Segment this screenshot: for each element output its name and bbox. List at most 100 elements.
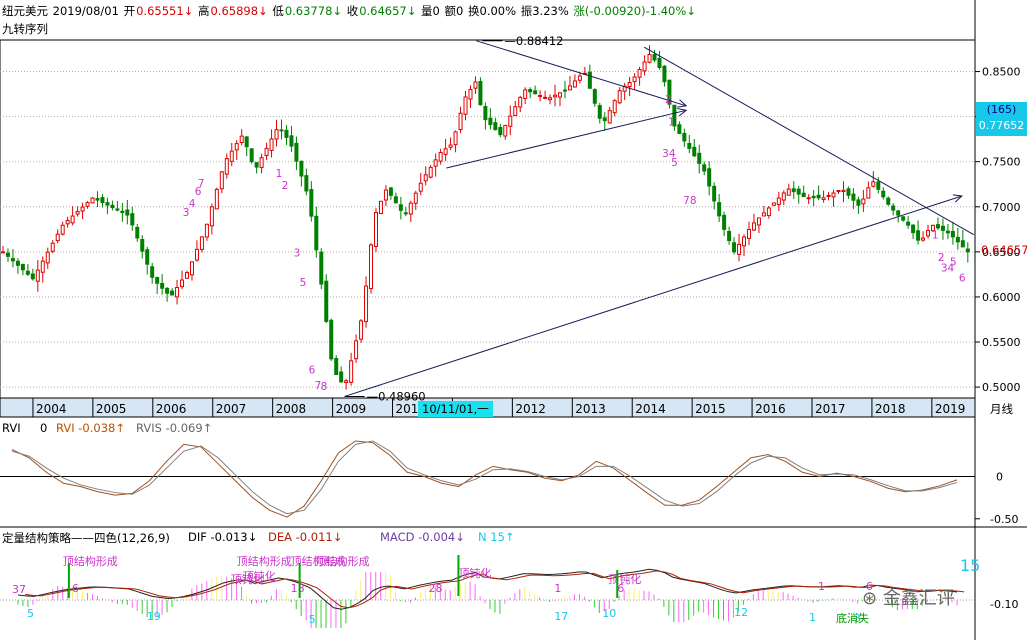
macd-event-label: 顶钝化 [458,566,491,580]
candle-body [458,112,463,131]
low-value: 0.63778↓ [284,4,343,18]
macd-count: 17 [554,610,568,623]
candle-body [682,132,687,142]
candle-body [309,189,314,217]
candle-body [70,215,75,224]
candle-body [239,135,244,143]
candle-body [647,54,652,63]
period-label[interactable]: 月线 [990,401,1013,417]
x-tick-label: 2005 [96,402,127,416]
candle-body [373,212,378,247]
candle-body [692,146,697,157]
dea-legend: DEA -0.011↓ [268,530,343,544]
candle-body [209,206,214,227]
candles [0,45,970,390]
candle-body [244,136,249,148]
candle-body [662,65,667,83]
candle-body [100,197,105,204]
candle-body [259,157,264,168]
candle-body [55,233,60,242]
candle-body [378,200,383,214]
candle-body [115,208,120,211]
candle-body [249,148,254,163]
y-tick-label: 0.6000 [982,291,1021,304]
candle-body [791,188,796,193]
extreme-price-label: —0.88412 [504,34,563,48]
candle-body [548,97,553,101]
macd-count: 1 [554,582,561,595]
candle-body [45,251,50,264]
candle-body [65,220,70,225]
rvis-legend: RVIS -0.069↑ [136,421,213,435]
y-tick-label: 0.5500 [982,336,1021,349]
x-tick-label: 2006 [156,402,187,416]
candle-body [508,115,513,127]
candle-body [383,189,388,201]
quote-date: 2019/08/01 [52,4,119,18]
candle-body [234,143,239,151]
x-tick-label: 2015 [695,402,726,416]
candle-body [160,282,165,289]
candle-body [403,212,408,215]
candle-body [304,175,309,192]
candle-body [627,82,632,87]
macd-count: 19 [147,610,161,623]
macd-event-label: 底消失 [836,611,869,625]
x-tick-label: 2007 [216,402,247,416]
high-value: 0.65898↓ [210,4,268,18]
candle-body [881,190,886,198]
candle-body [344,380,349,384]
candle-body [950,230,955,238]
candle-body [453,131,458,146]
x-tick-label: 2019 [935,402,966,416]
candle-body [751,222,756,231]
macd-event-label: 顶结构形成 [63,554,118,568]
main-panel-frame [0,39,976,399]
candle-body [935,224,940,229]
candle-body [219,171,224,190]
candle-body [707,168,712,187]
macd-count: 1 [818,580,825,593]
candle-body [841,189,846,192]
macd-tick-label: -0.10 [990,598,1018,611]
candle-body [916,230,921,241]
candle-body [0,251,5,254]
candle-body [254,162,259,168]
macd-count: 3 [854,612,861,625]
candle-body [50,242,55,252]
candle-body [756,217,761,226]
macd-count: 18 [291,582,305,595]
price-badge: (165) 0.77652 [976,102,1027,136]
td-count: 5 [300,277,307,289]
candle-body [433,159,438,167]
y-tick-label: 0.7000 [982,201,1021,214]
macd-title: 定量结构策略——四色(12,26,9) [2,531,170,545]
candle-body [766,207,771,217]
td-count: 4 [189,198,196,210]
candle-body [60,224,65,235]
candle-body [170,290,175,296]
candle-body [722,214,727,230]
candle-body [10,258,15,262]
candle-body [632,76,637,83]
candle-body [697,152,702,164]
candle-body [811,195,816,199]
turnover-value: 换0.00% [468,4,517,18]
candle-body [965,248,970,253]
candle-body [364,285,369,322]
candle-body [891,205,896,211]
candle-body [871,181,876,187]
x-tick-label: 2009 [336,402,367,416]
candle-body [528,89,533,93]
x-tick-label: 2004 [36,402,67,416]
candle-body [786,188,791,196]
candle-body [334,358,339,375]
change-value: 涨(-0.00920)-1.40%↓ [573,4,696,18]
x-tick-label: 2012 [515,402,546,416]
macd-event-label: 顶结构形成 [315,554,370,568]
quote-header: 纽元美元 2019/08/01 开0.65551↓ 高0.65898↓ 低0.6… [2,3,697,19]
macd-top-count: 15 [960,556,981,575]
macd-event-label: 顶结构形成 [237,554,292,568]
rvi-title: RVI [2,421,21,435]
candle-body [314,215,319,251]
